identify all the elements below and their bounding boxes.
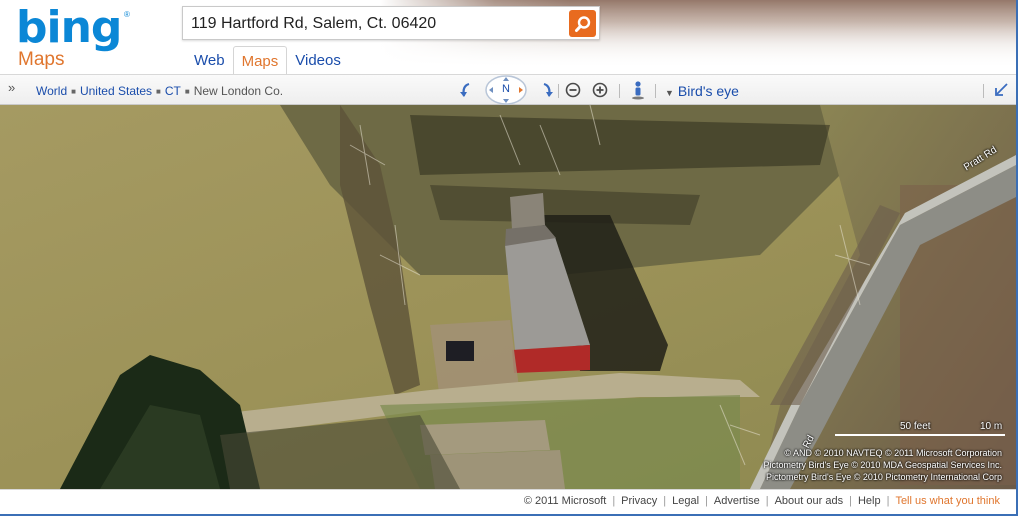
compass-north-label: N	[502, 83, 510, 95]
breadcrumb-ct[interactable]: CT	[165, 84, 181, 98]
collapse-map-button[interactable]	[990, 79, 1012, 101]
footer-link-legal[interactable]: Legal	[672, 495, 699, 507]
rotate-left-icon	[460, 82, 470, 97]
breadcrumb: World ■ United States ■ CT ■ New London …	[36, 84, 284, 98]
arrow-down-left-icon	[995, 83, 1008, 96]
tab-maps[interactable]: Maps	[232, 46, 288, 74]
map-copyright: © AND © 2010 NAVTEQ © 2011 Microsoft Cor…	[763, 448, 1002, 482]
footer-copyright: © 2011 Microsoft	[523, 495, 607, 507]
footer-link-help[interactable]: Help	[858, 495, 881, 507]
footer-feedback-link[interactable]: Tell us what you think	[895, 495, 1000, 507]
zoom-out-icon	[565, 82, 581, 98]
rotate-right-button[interactable]	[536, 79, 558, 101]
rotate-left-button[interactable]	[455, 79, 477, 101]
bing-logo[interactable]: bing	[16, 2, 122, 53]
view-mode-label: Bird's eye	[677, 83, 739, 99]
vertical-title: Maps	[18, 49, 65, 70]
footer-links: © 2011 Microsoft | Privacy | Legal | Advert…	[523, 495, 1000, 507]
tab-videos[interactable]: Videos	[287, 46, 349, 74]
vertical-tabs: Web Maps Videos	[186, 46, 349, 74]
search-icon	[574, 15, 590, 32]
scale-label-feet: 50 feet	[900, 421, 931, 432]
dropdown-caret-icon: ▼	[665, 88, 674, 98]
view-mode-dropdown[interactable]: ▼ Bird's eye	[665, 83, 739, 99]
footer-link-advertise[interactable]: Advertise	[714, 495, 760, 507]
search-button[interactable]	[569, 10, 596, 37]
breadcrumb-world[interactable]: World	[36, 84, 67, 98]
streetside-person-button[interactable]	[627, 79, 649, 101]
footer-link-privacy[interactable]: Privacy	[621, 495, 657, 507]
search-input[interactable]	[191, 14, 561, 34]
zoom-in-icon	[592, 82, 608, 98]
breadcrumb-united-states[interactable]: United States	[80, 84, 152, 98]
footer-link-about-ads[interactable]: About our ads	[775, 495, 844, 507]
scale-label-meters: 10 m	[980, 421, 1003, 432]
zoom-in-button[interactable]	[589, 79, 611, 101]
expand-panel-icon[interactable]: »	[8, 80, 15, 95]
bing-maps-window: bing ® Maps Web Maps Videos » World ■ Un…	[0, 0, 1018, 516]
rotate-right-icon	[543, 82, 553, 97]
search-box	[182, 6, 600, 40]
header: bing ® Maps Web Maps Videos	[0, 0, 1016, 74]
footer: © 2011 Microsoft | Privacy | Legal | Advert…	[0, 489, 1016, 514]
breadcrumb-county: New London Co.	[193, 84, 284, 98]
zoom-out-button[interactable]	[562, 79, 584, 101]
tab-web[interactable]: Web	[186, 46, 233, 74]
person-icon	[632, 81, 644, 100]
